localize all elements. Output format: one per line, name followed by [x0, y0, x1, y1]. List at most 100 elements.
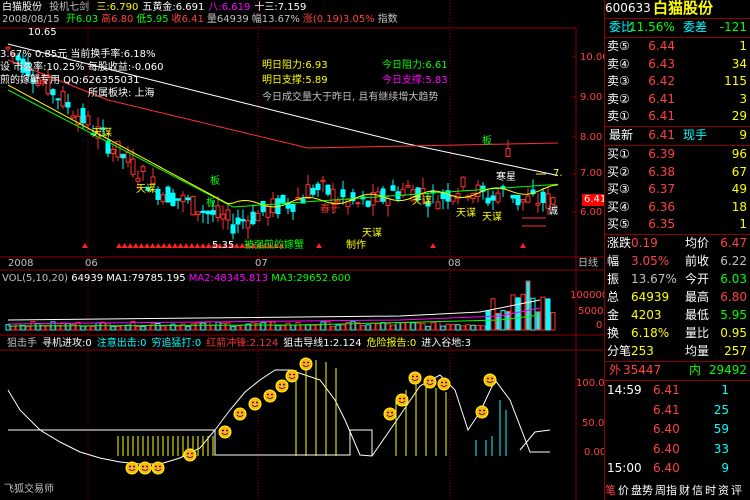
month-label: 07 [255, 258, 268, 269]
candle-body [130, 158, 136, 175]
volume-bar [395, 322, 401, 331]
period-label[interactable]: 日线 [578, 258, 598, 270]
smiley-eye [237, 411, 239, 414]
volume-bar [470, 324, 476, 331]
tick-row[interactable]: 14:59 6.41 1 [605, 382, 750, 399]
sell-row[interactable]: 卖③ 6.42 115 [605, 73, 750, 91]
footer-tab[interactable]: 财 [679, 484, 690, 497]
tick-row[interactable]: 6.40 59 [605, 421, 750, 438]
tick-row[interactable]: 6.41 25 [605, 402, 750, 419]
header-bar: 白猫股份 投机七剑 三:6.790 五黄金:6.691 八:6.619 十三:7.15… [2, 2, 306, 14]
month-label: 08 [448, 258, 461, 269]
stat-value: 6.03 [720, 272, 747, 286]
footer-brand: 飞狐交易师 [4, 484, 54, 495]
volume-bar [530, 297, 536, 331]
info-line: 3.67% 0.85元 当前换手率:6.18% [0, 49, 156, 60]
candle-body [240, 219, 246, 222]
tick-price: 6.41 [653, 383, 680, 397]
buy-label: 诚 [548, 206, 558, 217]
stat-value: 64939 [631, 290, 670, 304]
footer-tab[interactable]: 信 [692, 484, 703, 497]
diff-label: 委差 [683, 20, 708, 34]
stat-row[interactable]: 总 64939 最高 6.80 [605, 289, 750, 306]
stat-label: 换 [607, 326, 620, 340]
stat-row[interactable]: 换 6.18% 量比 0.95 [605, 325, 750, 342]
volume-bar [455, 324, 461, 331]
sell-row[interactable]: 卖④ 6.43 34 [605, 55, 750, 73]
stat-row[interactable]: 振 13.67% 今开 6.03 [605, 271, 750, 288]
sell-volume: 34 [731, 56, 747, 71]
volume-bar [25, 326, 31, 331]
buy-price: 6.35 [648, 217, 675, 232]
candle-body [265, 206, 271, 218]
candle-body [205, 210, 211, 215]
volume-bar [295, 322, 301, 331]
price-axis-label: 6.00 [580, 207, 603, 218]
signal-label: 天谋 [362, 228, 382, 239]
volume-bar [240, 324, 246, 331]
month-label: 06 [85, 258, 98, 269]
footer-tab[interactable]: 周指 [655, 484, 677, 497]
buy-row[interactable]: 买① 6.39 96 [605, 146, 750, 163]
smiley-icon [218, 425, 232, 439]
buy-row[interactable]: 买③ 6.37 49 [605, 181, 750, 198]
candle-body [330, 188, 336, 204]
sell-label: 卖⑤ [607, 38, 630, 55]
stat-label: 总 [607, 290, 620, 304]
volume-bar [410, 322, 416, 331]
candle-body [160, 194, 166, 202]
buy-row[interactable]: 买④ 6.36 18 [605, 199, 750, 216]
stat-row[interactable]: 金 4203 最低 5.95 [605, 307, 750, 324]
smiley-icon [275, 379, 289, 393]
stat-label: 最低 [685, 308, 710, 322]
volume-bar [210, 324, 216, 331]
volume-bar [225, 322, 231, 331]
ohlc-value: 涨(0.19)3.05% [302, 14, 375, 25]
smiley-eye [441, 381, 443, 384]
footer-tab[interactable]: 评 [731, 484, 742, 497]
stat-row[interactable]: 分笔 253 均量 257 [605, 343, 750, 360]
ohlc-value: 开6.03 [65, 14, 99, 25]
volume-bar [390, 324, 396, 331]
smiley-eye [416, 375, 418, 378]
footer-tab[interactable]: 价 [618, 484, 629, 497]
stat-row[interactable]: 涨跌 0.19 均价 6.47 [605, 235, 750, 252]
buy-row[interactable]: 买⑤ 6.35 1 [605, 216, 750, 233]
volume-bar [375, 323, 381, 331]
tick-row[interactable]: 15:00 6.40 9 [605, 460, 750, 477]
footer-tab[interactable]: 盘势 [631, 484, 653, 497]
candle-body [305, 184, 311, 199]
smiley-icon [299, 357, 313, 371]
buy-price: 6.39 [648, 147, 675, 161]
sell-row[interactable]: 卖⑤ 6.44 1 [605, 38, 750, 55]
stat-row[interactable]: 幅 3.05% 前收 6.22 [605, 253, 750, 270]
sell-row[interactable]: 卖① 6.41 29 [605, 108, 750, 126]
footer-tab[interactable]: 笔 [605, 484, 616, 497]
footer-tab[interactable]: 时 [705, 484, 716, 497]
indicator-value: 寻机进攻:0 [42, 338, 92, 349]
candle-body [525, 195, 531, 203]
buy-row[interactable]: 买② 6.38 67 [605, 164, 750, 181]
volume-bar [85, 325, 91, 331]
volume-bar [35, 322, 41, 331]
stat-label: 涨跌 [607, 236, 632, 250]
stat-label: 最高 [685, 290, 710, 304]
stat-value: 0.95 [720, 326, 747, 340]
volume-bar [120, 325, 126, 331]
tick-volume: 33 [713, 441, 729, 456]
candle-body [485, 197, 491, 204]
sell-label: 卖① [607, 108, 630, 126]
volume-note: 今日成交量大于昨日, 且有继续增大趋势 [262, 92, 439, 103]
indicator-name[interactable]: 投机七剑 [49, 2, 89, 13]
stat-value: 6.80 [720, 290, 747, 304]
sell-row[interactable]: 卖② 6.41 3 [605, 90, 750, 108]
smiley-icon [233, 407, 247, 421]
footer-tab[interactable]: 资 [718, 484, 729, 497]
volume-bar [10, 325, 16, 331]
smiley-icon [475, 405, 489, 419]
volume-bar [5, 324, 11, 331]
candle-body [405, 185, 411, 188]
volume-bar [305, 324, 311, 331]
tick-row[interactable]: 6.40 33 [605, 441, 750, 458]
candle-body [390, 185, 396, 191]
